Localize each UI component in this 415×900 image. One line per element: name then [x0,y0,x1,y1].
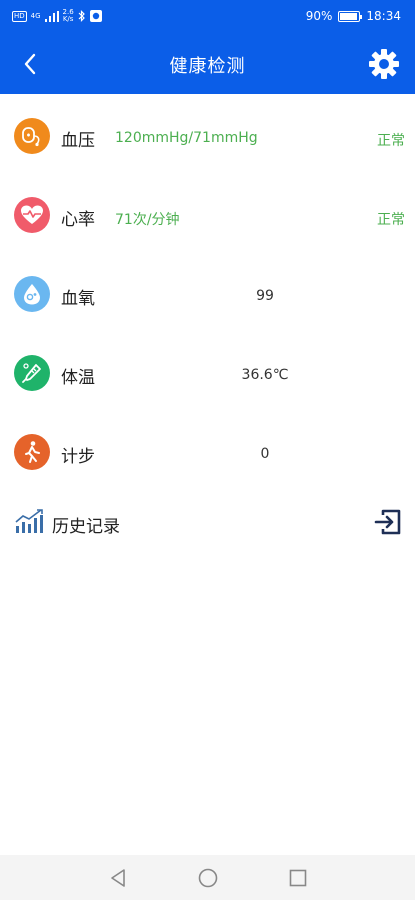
blood-oxygen-icon [14,276,50,312]
nav-back-button[interactable] [106,866,130,890]
home-circle-icon [198,868,217,887]
drop-glyph [24,284,40,305]
net-speed: 2.6 K/s [63,9,74,23]
hd-badge: HD [12,10,27,22]
history-label: 历史记录 [52,517,120,537]
clock: 18:34 [366,9,401,23]
metric-label: 血压 [61,131,95,151]
metric-label: 心率 [61,210,95,230]
metric-value: 99 [256,288,274,304]
metric-label: 血氧 [61,289,95,309]
settings-button[interactable] [367,47,401,81]
battery-fill [340,12,357,20]
status-badge: 正常 [377,133,405,149]
metric-row-blood-oxygen[interactable]: 血氧 99 [0,252,415,331]
history-row[interactable]: 历史记录 [0,495,415,551]
heart-glyph [21,205,43,224]
bluetooth-icon [78,10,85,22]
metric-row-steps[interactable]: 计步 0 [0,410,415,489]
metric-label: 体温 [61,368,95,388]
status-bar: HD 4G 2.6 K/s 90% 18:34 [0,0,415,34]
signal-type: 4G [30,12,41,20]
status-right: 90% 18:34 [306,9,401,23]
metric-value: 120mmHg/71mmHg [115,130,258,146]
enter-icon[interactable] [373,507,403,537]
metric-value: 0 [260,446,270,462]
walking-glyph [25,441,40,463]
walking-icon [14,434,50,470]
bar-chart-icon [15,509,43,533]
metric-row-heart-rate[interactable]: 心率 71次/分钟 正常 [0,173,415,252]
heart-rate-icon [14,197,50,233]
recent-square-icon [289,869,306,886]
blood-pressure-glyph [22,127,40,147]
net-speed-unit: K/s [62,15,74,23]
gear-icon [369,49,399,79]
battery-percent: 90% [305,9,333,23]
metric-value: 71次/分钟 [115,212,180,228]
status-badge: 正常 [377,212,405,228]
blood-pressure-icon [14,118,50,154]
metric-row-temperature[interactable]: 体温 36.6℃ [0,331,415,410]
nav-home-button[interactable] [196,866,220,890]
thermometer-icon [14,355,50,391]
system-nav-bar [0,855,415,900]
metric-row-blood-pressure[interactable]: 血压 120mmHg/71mmHg 正常 [0,94,415,173]
status-left: HD 4G 2.6 K/s [12,9,102,23]
signal-icon [44,10,59,22]
back-triangle-icon [110,868,125,887]
app-bar: 健康检测 [0,34,415,94]
metric-label: 计步 [61,447,95,467]
metric-value: 36.6℃ [241,367,289,383]
page-title: 健康检测 [169,56,246,77]
battery-icon [338,10,363,22]
app-notification-icon [89,10,102,22]
thermometer-glyph [22,363,41,383]
metrics-list: 血压 120mmHg/71mmHg 正常 心率 71次/分钟 正常 血氧 99 [0,94,415,489]
nav-recent-button[interactable] [286,866,310,890]
